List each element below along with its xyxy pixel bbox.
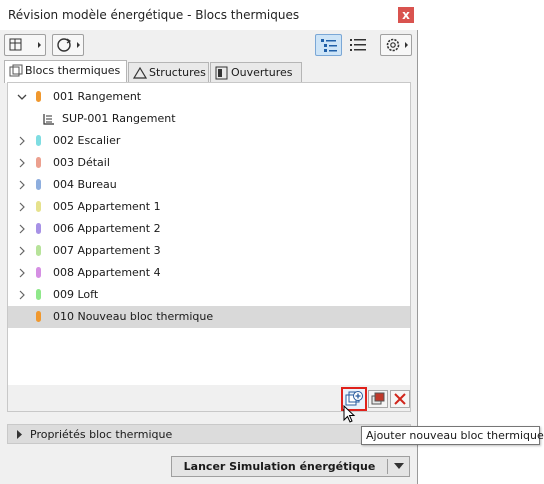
model-view-button[interactable] (4, 34, 46, 56)
chevron-right-icon[interactable] (17, 224, 27, 234)
color-swatch (36, 179, 41, 190)
color-swatch (36, 135, 41, 146)
duplicate-block-button[interactable] (368, 390, 388, 408)
tree-item-label: 007 Appartement 3 (53, 244, 161, 257)
color-swatch (36, 223, 41, 234)
refresh-button[interactable] (52, 34, 84, 56)
tree-item-label: 002 Escalier (53, 134, 121, 147)
chevron-down-icon[interactable] (17, 92, 27, 102)
color-swatch (36, 201, 41, 212)
color-swatch (36, 245, 41, 256)
tree-item-label: 005 Appartement 1 (53, 200, 161, 213)
color-swatch (36, 289, 41, 300)
title-bar: Révision modèle énergétique - Blocs ther… (0, 0, 418, 30)
tab-ouvertures[interactable]: Ouvertures (210, 62, 302, 82)
mouse-cursor-icon (343, 405, 356, 423)
close-button[interactable]: x (398, 7, 414, 23)
structure-icon (133, 66, 147, 79)
tree-subitem-label: SUP-001 Rangement (62, 112, 176, 125)
run-simulation-button[interactable]: Lancer Simulation énergétique (171, 456, 410, 477)
color-swatch (36, 311, 41, 322)
tab-structures[interactable]: Structures (128, 62, 209, 82)
chevron-right-icon[interactable] (17, 158, 27, 168)
tab-label: Blocs thermiques (25, 64, 121, 77)
properties-panel-header[interactable]: Propriétés bloc thermique (7, 424, 411, 444)
tab-label: Ouvertures (231, 66, 293, 79)
delete-block-button[interactable] (390, 390, 410, 408)
refresh-icon (57, 38, 80, 52)
tree-subitem[interactable]: SUP-001 Rangement (8, 108, 410, 130)
space-icon (43, 114, 54, 125)
chevron-right-icon[interactable] (17, 180, 27, 190)
expand-arrow-icon (17, 430, 22, 439)
dropdown-arrow-icon[interactable] (394, 463, 404, 470)
toolbar (0, 30, 418, 60)
properties-label: Propriétés bloc thermique (30, 428, 173, 441)
thermal-block-icon (9, 64, 23, 77)
tab-blocs-thermiques[interactable]: Blocs thermiques (4, 60, 127, 83)
tree-view-icon (321, 39, 337, 52)
tab-label: Structures (149, 66, 206, 79)
tree-item-label: 010 Nouveau bloc thermique (53, 310, 214, 323)
tree-item-label: 003 Détail (53, 156, 110, 169)
block-icon (371, 392, 385, 405)
window-opening-icon (215, 66, 228, 80)
delete-icon (394, 393, 406, 405)
tree-item-label: 009 Loft (53, 288, 99, 301)
tree-item[interactable]: 002 Escalier (8, 130, 410, 152)
chevron-right-icon[interactable] (17, 268, 27, 278)
settings-button[interactable] (380, 34, 412, 56)
tab-bar: Blocs thermiques Structures Ouvertures (0, 60, 418, 83)
tree-item-label: 008 Appartement 4 (53, 266, 161, 279)
window-title: Révision modèle énergétique - Blocs ther… (8, 8, 300, 22)
cube-icon (9, 38, 41, 51)
color-swatch (36, 91, 41, 102)
tree-item[interactable]: 003 Détail (8, 152, 410, 174)
tree-item-selected[interactable]: 010 Nouveau bloc thermique (8, 306, 410, 328)
tree-item[interactable]: 006 Appartement 2 (8, 218, 410, 240)
list-view-button[interactable] (346, 34, 373, 56)
run-simulation-label: Lancer Simulation énergétique (183, 460, 376, 473)
tree-item[interactable]: 009 Loft (8, 284, 410, 306)
tree-item[interactable]: 004 Bureau (8, 174, 410, 196)
color-swatch (36, 267, 41, 278)
color-swatch (36, 157, 41, 168)
tree-item-parent[interactable]: 001 Rangement (8, 86, 410, 108)
tooltip: Ajouter nouveau bloc thermique (361, 426, 544, 445)
split-divider (387, 459, 388, 474)
chevron-right-icon[interactable] (17, 246, 27, 256)
chevron-right-icon[interactable] (17, 136, 27, 146)
thermal-block-tree: 001 Rangement SUP-001 Rangement 002 Esca… (7, 82, 411, 412)
list-view-icon (350, 39, 366, 51)
tree-item-label: 004 Bureau (53, 178, 117, 191)
tree-view-button[interactable] (315, 34, 342, 56)
chevron-right-icon[interactable] (17, 202, 27, 212)
tree-item[interactable]: 007 Appartement 3 (8, 240, 410, 262)
tree-item-label: 001 Rangement (53, 90, 142, 103)
gear-icon (386, 38, 408, 52)
chevron-right-icon[interactable] (17, 290, 27, 300)
tree-item-label: 006 Appartement 2 (53, 222, 161, 235)
tree-item[interactable]: 005 Appartement 1 (8, 196, 410, 218)
tree-item[interactable]: 008 Appartement 4 (8, 262, 410, 284)
